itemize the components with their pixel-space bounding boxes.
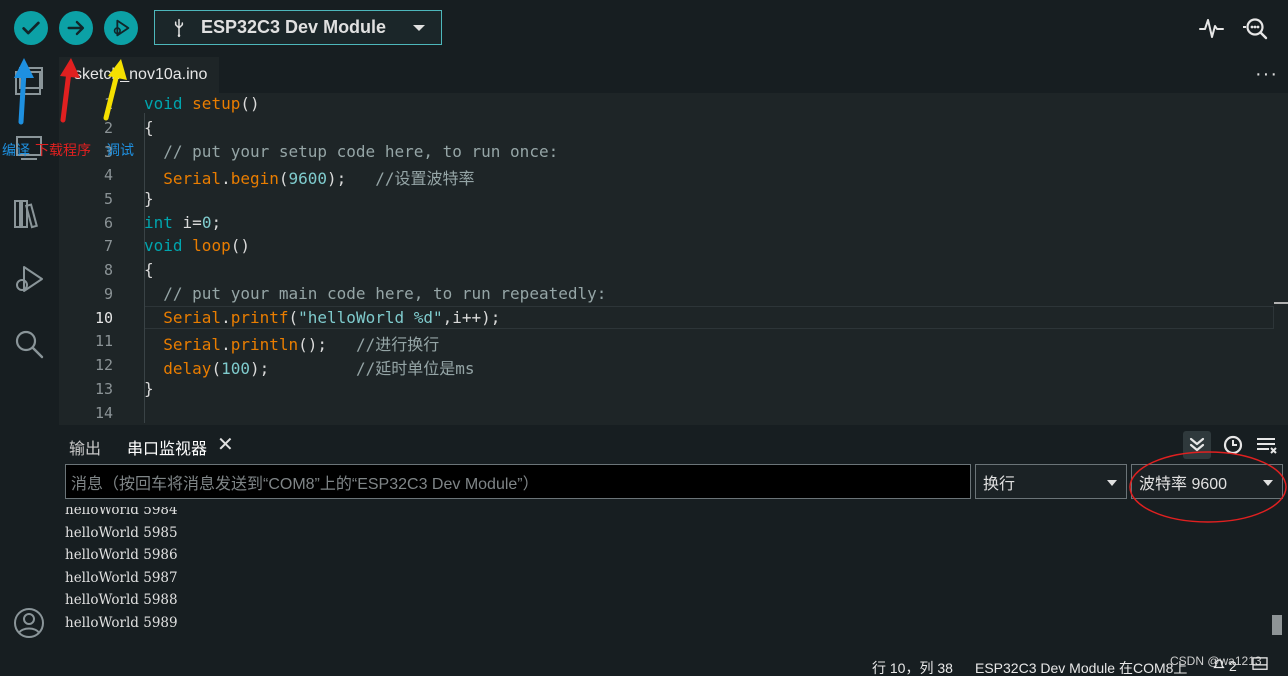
- code-line: Serial.begin(9600); //设置波特率: [163, 169, 475, 188]
- output-line: helloWorld 5988: [65, 592, 178, 608]
- editor-tabs: sketch_nov10a.ino ···: [59, 57, 1288, 93]
- code-line: {: [144, 118, 154, 137]
- code-line: Serial.printf("helloWorld %d",i++);: [163, 308, 501, 327]
- line-ending-select[interactable]: 换行: [975, 464, 1127, 499]
- output-line: helloWorld 5989: [65, 615, 178, 631]
- line-number: 5: [103, 190, 113, 208]
- cursor-position: 行 10，列 38: [872, 660, 953, 676]
- upload-button[interactable]: [59, 11, 93, 45]
- output-line: helloWorld 5986: [65, 547, 178, 563]
- debug-icon: [113, 19, 130, 37]
- line-number: 6: [103, 214, 113, 232]
- line-number: 9: [103, 285, 113, 303]
- tab-label: sketch_nov10a.ino: [74, 66, 208, 83]
- code-line: {: [144, 260, 154, 279]
- search-icon[interactable]: [12, 327, 46, 361]
- board-port: ESP32C3 Dev Module 在COM8上: [975, 660, 1188, 676]
- debug-button[interactable]: [104, 11, 138, 45]
- usb-icon: [174, 18, 184, 37]
- folder-icon[interactable]: [12, 65, 46, 99]
- tab-serial-monitor[interactable]: 串口监视器: [127, 435, 207, 459]
- close-icon[interactable]: ✕: [217, 432, 234, 457]
- baud-rate-select[interactable]: 波特率 9600: [1131, 464, 1283, 499]
- check-icon: [22, 21, 40, 35]
- chevron-down-icon: [1107, 480, 1117, 486]
- output-scrollbar[interactable]: [1272, 615, 1282, 635]
- code-line: void loop(): [144, 236, 250, 255]
- account-icon[interactable]: [12, 606, 46, 640]
- line-ending-value: 换行: [983, 475, 1016, 493]
- chevron-down-icon: [1263, 480, 1273, 486]
- code-line: }: [144, 189, 154, 208]
- line-number: 10: [94, 309, 113, 327]
- line-number: 8: [103, 261, 113, 279]
- line-number: 7: [103, 237, 113, 255]
- debug-icon[interactable]: [12, 263, 46, 297]
- debug-annotation: 调试: [106, 142, 134, 158]
- status-bar: 行 10，列 38 ESP32C3 Dev Module 在COM8上 CSDN…: [0, 653, 1288, 676]
- library-icon[interactable]: [12, 197, 46, 231]
- code-line: // put your main code here, to run repea…: [144, 284, 607, 303]
- line-number: 1: [103, 95, 113, 113]
- arduino-ide-window: ESP32C3 Dev Module sketch_nov10a.ino ···…: [0, 0, 1288, 676]
- message-placeholder: 消息（按回车将消息发送到“COM8”上的“ESP32C3 Dev Module”…: [71, 475, 539, 493]
- code-line: delay(100); //延时单位是ms: [163, 359, 475, 378]
- magnifier-dots-icon[interactable]: [1242, 14, 1270, 42]
- line-number: 13: [94, 380, 113, 398]
- chevron-down-icon: [413, 25, 425, 31]
- code-line: // put your setup code here, to run once…: [144, 142, 559, 161]
- message-input[interactable]: 消息（按回车将消息发送到“COM8”上的“ESP32C3 Dev Module”…: [65, 464, 971, 499]
- double-chevron-down-icon: [1189, 437, 1205, 452]
- upload-annotation: 下载程序: [35, 142, 91, 158]
- autoscroll-toggle[interactable]: [1183, 431, 1211, 459]
- toolbar: ESP32C3 Dev Module: [0, 0, 1288, 57]
- verify-button[interactable]: [14, 11, 48, 45]
- scrollbar-marker[interactable]: [1274, 302, 1288, 304]
- line-number: 11: [94, 332, 113, 350]
- code-line: int i=0;: [144, 213, 222, 232]
- line-number: 4: [103, 166, 113, 184]
- output-line: helloWorld 5985: [65, 525, 178, 541]
- line-number: 14: [94, 404, 113, 422]
- more-icon[interactable]: ···: [1255, 63, 1278, 86]
- line-number: 2: [103, 119, 113, 137]
- clear-output-icon[interactable]: [1255, 434, 1277, 456]
- notification-count: 2: [1229, 658, 1237, 674]
- baud-rate-value: 波特率 9600: [1139, 475, 1228, 493]
- output-line: helloWorld 5984: [65, 507, 178, 518]
- board-name: ESP32C3 Dev Module: [201, 17, 387, 37]
- bell-icon[interactable]: [1212, 657, 1226, 674]
- code-line: void setup(): [144, 94, 260, 113]
- arrow-right-icon: [67, 20, 85, 36]
- code-line: }: [144, 379, 154, 398]
- bottom-panel: 输出 串口监视器 ✕ 消息（按回车将消息发送到“COM8”上的“ESP32C3 …: [59, 425, 1288, 653]
- code-line: Serial.println(); //进行换行: [163, 335, 440, 354]
- compile-annotation: 编译: [2, 142, 30, 158]
- panel-toggle-icon[interactable]: [1252, 657, 1268, 674]
- board-selector[interactable]: ESP32C3 Dev Module: [154, 10, 442, 45]
- serial-output[interactable]: helloWorld 5984 helloWorld 5985 helloWor…: [65, 507, 1265, 647]
- pulse-icon[interactable]: [1198, 14, 1226, 42]
- code-editor[interactable]: 1 2 3 4 5 6 7 8 9 10 11 12 13 14 void setup() { // pu…: [59, 93, 1288, 425]
- output-line: helloWorld 5987: [65, 570, 178, 586]
- clock-icon[interactable]: [1222, 434, 1244, 456]
- tab-output[interactable]: 输出: [69, 435, 101, 459]
- line-number: 12: [94, 356, 113, 374]
- tab-sketch[interactable]: sketch_nov10a.ino: [59, 57, 219, 93]
